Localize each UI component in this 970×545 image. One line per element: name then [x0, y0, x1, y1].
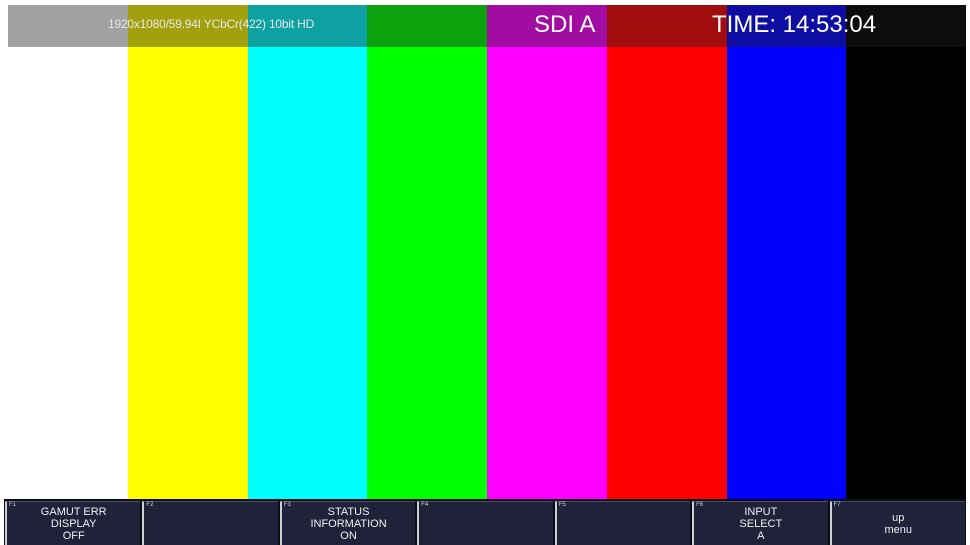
key-label-line: ON [340, 529, 357, 542]
color-bar-yellow [127, 5, 248, 499]
key-label-line: INFORMATION [310, 517, 387, 530]
color-bar-red [606, 5, 727, 499]
color-bar-cyan [247, 5, 368, 499]
color-bar-black [846, 5, 966, 499]
key-number: F5 [558, 502, 566, 508]
key-number: F7 [833, 502, 841, 508]
color-bar-white [8, 5, 128, 499]
key-label-line: GAMUT ERR [40, 505, 107, 518]
f2-empty-button[interactable]: F2 [142, 501, 278, 545]
key-label-line: menu [884, 523, 912, 536]
f7-up-menu-button[interactable]: F7 up menu [829, 501, 965, 545]
key-label-line: up [892, 511, 905, 524]
video-display [8, 5, 966, 499]
input-channel-label: SDI A [534, 11, 596, 38]
time-readout: TIME: 14:53:04 [712, 11, 877, 38]
color-bar-magenta [487, 5, 607, 499]
key-label-line: INPUT [744, 505, 778, 518]
signal-format-info: 1920x1080/59.94I YCbCr(422) 10bit HD [108, 17, 315, 31]
f5-empty-button[interactable]: F5 [554, 501, 691, 545]
function-key-menu: F1 GAMUT ERR DISPLAY OFF F2 F3 STATUS IN… [4, 499, 966, 545]
color-bar-green [367, 5, 487, 499]
key-label-line: DISPLAY [50, 517, 97, 530]
key-number: F1 [9, 502, 17, 508]
key-label-line: SELECT [739, 517, 783, 530]
key-number: F6 [696, 502, 704, 508]
color-bar-blue [726, 5, 847, 499]
f1-gamut-err-display-button[interactable]: F1 GAMUT ERR DISPLAY OFF [5, 501, 141, 545]
key-label-line: STATUS [327, 505, 370, 518]
key-number: F2 [146, 502, 154, 508]
key-number: F3 [283, 502, 291, 508]
f6-input-select-button[interactable]: F6 INPUT SELECT A [692, 501, 828, 545]
f4-empty-button[interactable]: F4 [417, 501, 553, 545]
key-number: F4 [421, 502, 429, 508]
key-label-line: A [757, 529, 765, 542]
f3-status-information-button[interactable]: F3 STATUS INFORMATION ON [279, 501, 416, 545]
key-label-line: OFF [62, 529, 85, 542]
